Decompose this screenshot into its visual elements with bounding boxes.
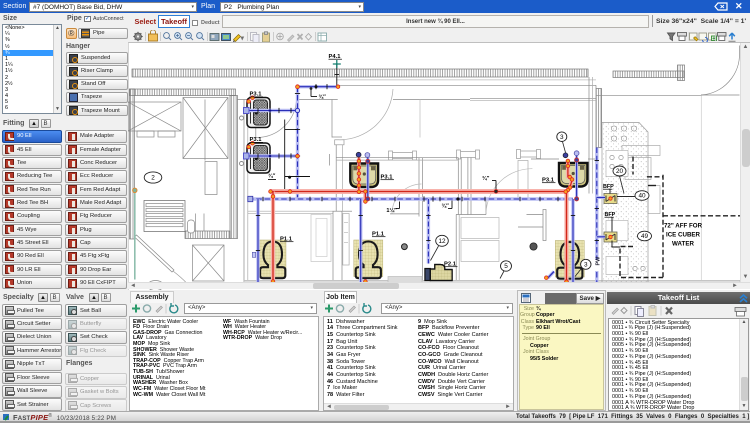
svg-text:¾″: ¾″ <box>442 202 450 209</box>
svg-text:3: 3 <box>584 261 588 268</box>
svg-text:¾″: ¾″ <box>268 172 276 179</box>
svg-text:12: 12 <box>438 238 446 245</box>
svg-text:¾″: ¾″ <box>482 175 490 182</box>
svg-text:1¼″: 1¼″ <box>386 206 397 213</box>
svg-text:72" AFF FOR: 72" AFF FOR <box>664 222 703 229</box>
svg-text:ICE CUBER: ICE CUBER <box>666 231 701 238</box>
svg-text:WATER: WATER <box>672 240 694 247</box>
svg-text:5: 5 <box>504 263 508 270</box>
svg-text:¾″: ¾″ <box>319 93 327 100</box>
svg-text:2: 2 <box>151 174 155 181</box>
svg-text:40: 40 <box>638 192 646 199</box>
svg-text:20: 20 <box>616 168 624 175</box>
svg-text:PW: PW <box>596 255 602 265</box>
svg-text:49: 49 <box>641 233 649 240</box>
svg-text:3: 3 <box>560 133 564 140</box>
